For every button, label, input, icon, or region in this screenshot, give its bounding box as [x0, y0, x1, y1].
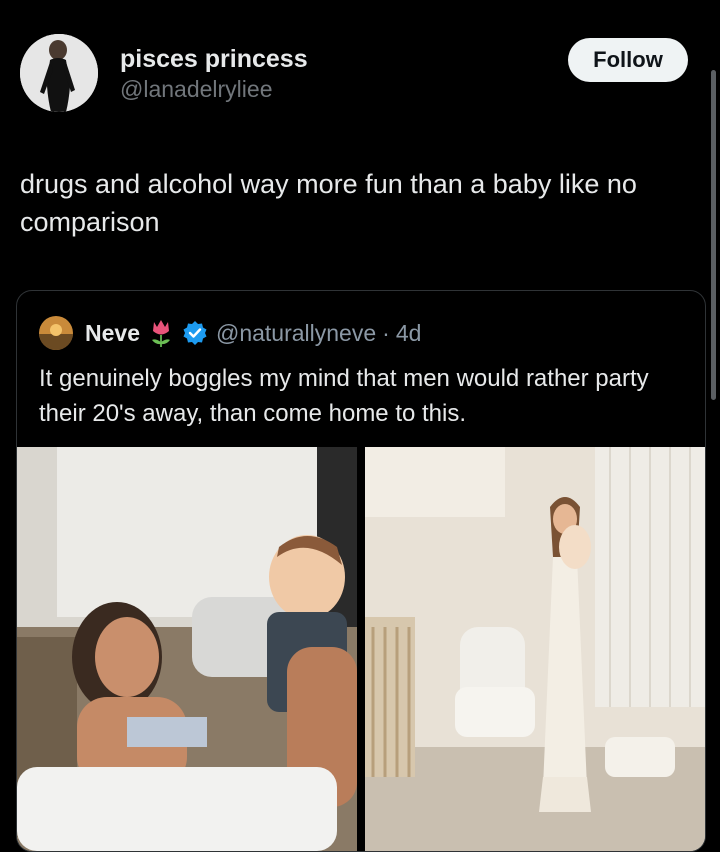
profile-photo-icon — [20, 34, 98, 112]
follow-button[interactable]: Follow — [568, 38, 688, 82]
quoted-author-avatar[interactable] — [39, 316, 73, 350]
photo-woman-holding-baby-in-nursery[interactable] — [365, 447, 705, 851]
separator-dot: · — [382, 319, 390, 346]
author-handle[interactable]: @lanadelryliee — [120, 74, 308, 104]
verified-badge-icon — [183, 321, 207, 345]
quoted-media — [17, 447, 705, 851]
post-text: drugs and alcohol way more fun than a ba… — [20, 169, 637, 237]
author-avatar[interactable] — [20, 34, 98, 112]
photo-woman-holding-baby-in-nursery-icon — [365, 447, 705, 851]
author-display-name[interactable]: pisces princess — [120, 44, 308, 74]
post-header: pisces princess @lanadelryliee Follow — [20, 34, 700, 114]
quoted-post[interactable]: Neve @naturallyneve · 4d It genuinely bo… — [16, 290, 706, 852]
photo-woman-lying-with-baby[interactable] — [17, 447, 357, 851]
quoted-post-time[interactable]: 4d — [396, 320, 422, 347]
quoted-post-text: It genuinely boggles my mind that men wo… — [39, 365, 649, 427]
photo-woman-lying-with-baby-icon — [17, 447, 357, 851]
quoted-avatar-icon — [39, 316, 73, 350]
tulip-icon — [151, 320, 170, 347]
scrollbar[interactable] — [711, 70, 716, 400]
quoted-author-handle[interactable]: @naturallyneve — [216, 320, 376, 347]
quoted-author-name[interactable]: Neve — [85, 320, 140, 347]
quoted-post-header: Neve @naturallyneve · 4d — [39, 315, 421, 351]
